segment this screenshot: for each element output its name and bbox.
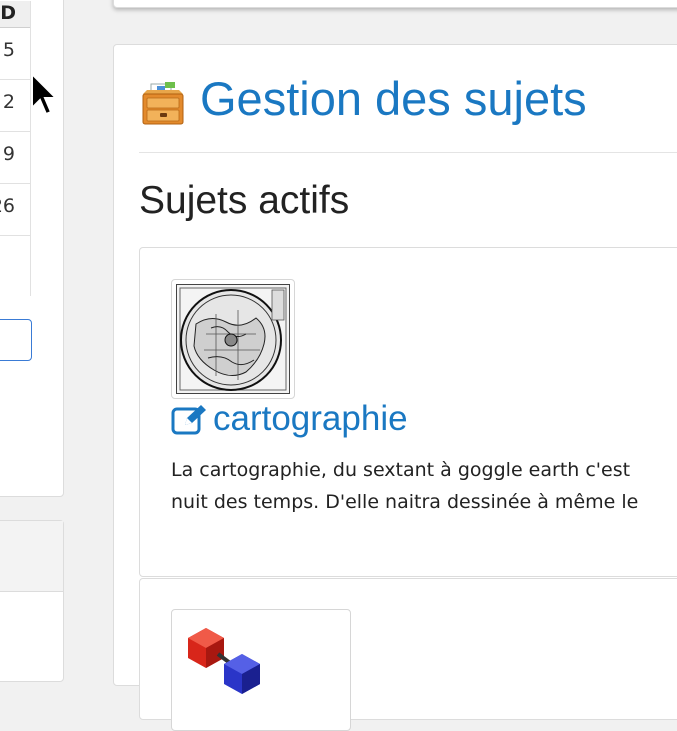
section-title: Sujets actifs — [139, 179, 350, 222]
top-panel — [113, 0, 677, 8]
sidebar-panel-2-header — [0, 521, 63, 592]
map-thumbnail-icon — [176, 284, 290, 394]
table-row: 5 — [0, 28, 31, 80]
table-row: 9 — [0, 132, 31, 184]
subject-thumbnail[interactable] — [171, 279, 295, 399]
subject-description-line: La cartographie, du sextant à goggle ear… — [171, 459, 631, 481]
subject-card: cartographie La cartographie, du sextant… — [139, 247, 677, 577]
table-cell: 5 — [2, 39, 15, 61]
table-header: D — [0, 1, 31, 28]
subjects-panel: Gestion des sujets Sujets actifs cartogr… — [113, 44, 677, 731]
table-row: 26 — [0, 184, 31, 236]
table-cell: 9 — [2, 143, 15, 165]
sidebar-input[interactable] — [0, 319, 32, 361]
subject-title-text: cartographie — [213, 399, 408, 438]
file-cabinet-icon — [142, 82, 184, 125]
molecule-thumbnail-icon — [188, 628, 260, 694]
title-divider — [139, 152, 677, 153]
page-title: Gestion des sujets — [200, 72, 587, 125]
edit-icon — [171, 405, 206, 435]
table-cell: 2 — [2, 91, 15, 113]
table-row: 2 — [0, 80, 31, 132]
table-header-cell: D — [0, 2, 16, 24]
table-cell: 26 — [0, 195, 15, 217]
table-row — [0, 236, 31, 287]
mouse-cursor-icon — [31, 72, 59, 116]
subject-description-line: nuit des temps. D'elle naitra dessinée à… — [171, 491, 639, 513]
subject-card — [139, 578, 677, 731]
subject-thumbnail[interactable] — [171, 609, 351, 731]
sidebar-panel-2 — [0, 520, 64, 682]
subject-description: La cartographie, du sextant à goggle ear… — [171, 454, 677, 518]
table-column-divider — [30, 1, 31, 296]
